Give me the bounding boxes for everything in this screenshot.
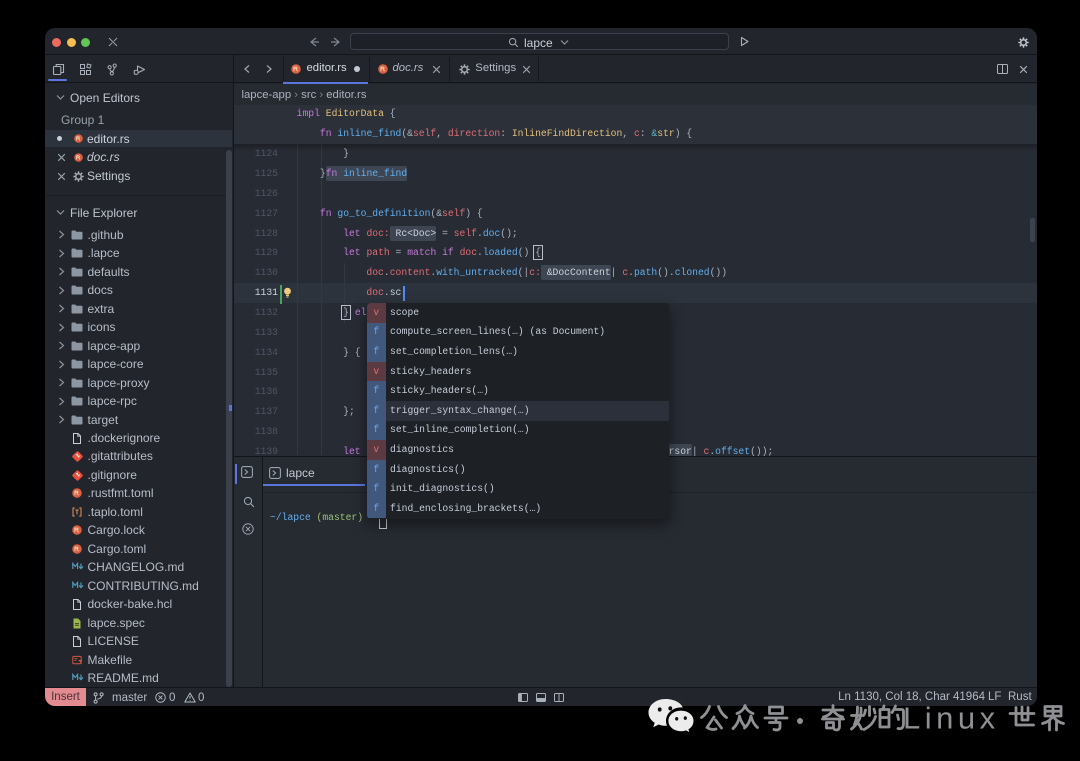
svg-text:Linux: Linux: [903, 701, 1000, 736]
